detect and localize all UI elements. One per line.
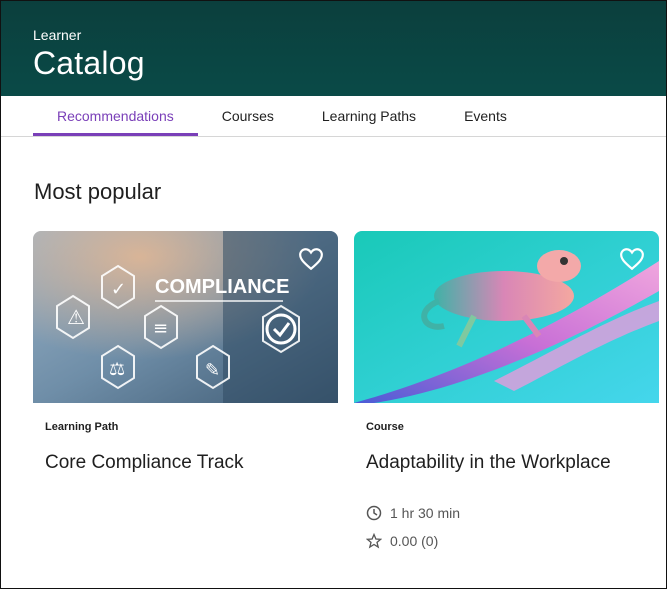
- duration-row: 1 hr 30 min: [366, 505, 460, 521]
- compliance-illustration: COMPLIANCE ⚠ ✓ ≡ ⚖ ✎: [33, 231, 338, 403]
- tab-courses[interactable]: Courses: [198, 96, 298, 136]
- svg-text:≡: ≡: [153, 318, 168, 339]
- catalog-card-adaptability[interactable]: Course Adaptability in the Workplace 1 h…: [354, 231, 659, 588]
- compliance-image-text: COMPLIANCE: [155, 276, 289, 298]
- favorite-heart-icon[interactable]: [298, 247, 324, 271]
- svg-text:⚠: ⚠: [67, 305, 85, 329]
- page-header: Learner Catalog: [1, 1, 666, 96]
- rating-text: 0.00 (0): [390, 533, 439, 549]
- favorite-heart-icon[interactable]: [619, 247, 645, 271]
- catalog-card-compliance[interactable]: COMPLIANCE ⚠ ✓ ≡ ⚖ ✎ Learning Path Core …: [33, 231, 338, 588]
- card-title[interactable]: Core Compliance Track: [45, 452, 244, 474]
- card-title[interactable]: Adaptability in the Workplace: [366, 452, 611, 474]
- tab-recommendations[interactable]: Recommendations: [33, 96, 198, 136]
- card-image-compliance: COMPLIANCE ⚠ ✓ ≡ ⚖ ✎: [33, 231, 338, 403]
- card-type-label: Course: [366, 421, 404, 433]
- tab-events[interactable]: Events: [440, 96, 531, 136]
- card-type-label: Learning Path: [45, 421, 119, 433]
- rating-row: 0.00 (0): [366, 533, 438, 549]
- card-image-adaptability: [354, 231, 659, 403]
- svg-text:⚖: ⚖: [109, 359, 125, 380]
- svg-text:✎: ✎: [205, 360, 220, 381]
- clock-icon: [366, 505, 382, 521]
- tab-learning-paths[interactable]: Learning Paths: [298, 96, 440, 136]
- page-title: Catalog: [33, 45, 145, 81]
- svg-text:✓: ✓: [111, 279, 126, 300]
- section-title: Most popular: [34, 179, 162, 204]
- tab-bar: Recommendations Courses Learning Paths E…: [1, 96, 666, 137]
- chameleon-illustration: [354, 231, 659, 403]
- breadcrumb[interactable]: Learner: [33, 27, 81, 43]
- app-frame: Learner Catalog Recommendations Courses …: [0, 0, 667, 589]
- duration-text: 1 hr 30 min: [390, 505, 461, 521]
- star-icon: [366, 533, 382, 549]
